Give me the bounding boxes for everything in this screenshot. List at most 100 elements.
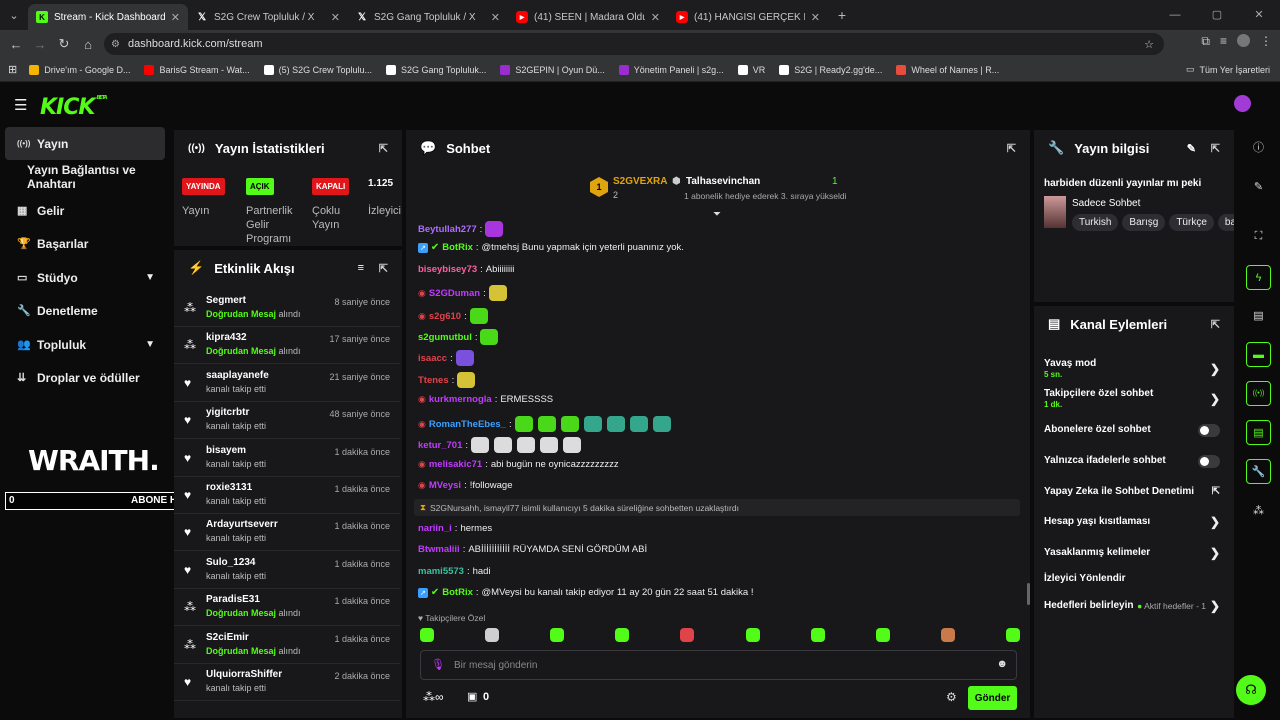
media-icon[interactable]: ≡ [1220, 34, 1227, 49]
popout-icon[interactable]: ⇱ [1007, 142, 1016, 155]
channel-action-item[interactable]: İzleyici Yönlendir [1044, 573, 1224, 584]
stream-tag[interactable]: Barışg [1122, 214, 1166, 231]
close-tab-icon[interactable]: ✕ [491, 11, 500, 24]
browser-tab[interactable]: K Stream - Kick Dashboard ✕ [28, 4, 188, 30]
popout-icon[interactable]: ⇱ [1211, 318, 1220, 331]
send-button[interactable]: Gönder [968, 686, 1017, 710]
all-bookmarks[interactable]: ▭ Tüm Yer İşaretleri [1186, 64, 1270, 75]
top-gifter-name[interactable]: S2GVEXRA [613, 176, 667, 187]
quick-emote-icon[interactable] [1005, 628, 1020, 642]
reload-icon[interactable]: ↻ [52, 36, 76, 52]
chat-username[interactable]: RomanTheEbes_ [429, 419, 506, 430]
apps-icon[interactable]: ⊞ [8, 63, 17, 76]
bookmark-item[interactable]: Drive'ım - Google D... [29, 64, 130, 75]
home-icon[interactable]: ⌂ [76, 37, 100, 52]
chat-username[interactable]: ketur_701 [418, 440, 462, 451]
chat-username[interactable]: kurkmernogla [429, 394, 492, 405]
maximize-icon[interactable]: ▢ [1196, 0, 1238, 30]
activity-event[interactable]: ⁂ ParadisE31 Doğrudan Mesaj alındı 1 dakika… [174, 589, 400, 627]
tab-search-icon[interactable]: ⌄ [0, 0, 28, 30]
sidebar-item-1[interactable]: Yayın Bağlantısı ve Anahtarı [5, 160, 175, 193]
activity-event[interactable]: ♥ yigitcrbtr kanalı takip etti 48 saniye ön… [174, 402, 400, 440]
lightning-icon[interactable]: ϟ [1246, 265, 1271, 290]
url-field[interactable]: ⚙ dashboard.kick.com/stream ☆ [104, 33, 1164, 55]
sidebar-item-2[interactable]: ▦ Gelir [5, 194, 165, 227]
document-icon[interactable]: ▤ [1246, 303, 1271, 328]
quick-emote-icon[interactable] [810, 628, 825, 642]
channel-action-item[interactable]: Hedefleri belirleyin ❯ ● Aktif hedefler - … [1044, 599, 1224, 613]
mic-icon[interactable]: 🎙 [431, 658, 445, 671]
activity-event[interactable]: ♥ Ardayurtseverr kanalı takip etti 1 dakika… [174, 514, 400, 552]
activity-event[interactable]: ♥ UlquiorraShiffer kanalı takip etti 2 daki… [174, 664, 400, 701]
profile-avatar[interactable] [1237, 34, 1250, 47]
channel-action-item[interactable]: Yasaklanmış kelimeler ❯ [1044, 546, 1224, 560]
quick-emote-icon[interactable] [420, 628, 434, 642]
bookmark-item[interactable]: S2GEPIN | Oyun Dü... [500, 64, 605, 75]
stream-tag[interactable]: Turkish [1072, 214, 1119, 231]
quick-emote-icon[interactable] [680, 628, 695, 642]
popout-icon[interactable]: ⇱ [379, 262, 388, 275]
channel-action-item[interactable]: Abonelere özel sohbet [1044, 424, 1224, 437]
drop-icon[interactable]: ⁂ [1246, 498, 1271, 523]
popout-icon[interactable]: ⇱ [379, 142, 388, 155]
bookmark-item[interactable]: Wheel of Names | R... [896, 64, 999, 75]
sidebar-item-7[interactable]: ⇊ Droplar ve ödüller [5, 361, 165, 394]
chat-username[interactable]: BotRix [442, 587, 473, 598]
emoji-icon[interactable]: ☻ [996, 658, 1008, 670]
new-tab-button[interactable]: + [828, 0, 856, 30]
edit-icon[interactable]: ✎ [1187, 142, 1196, 155]
channel-action-item[interactable]: Hesap yaşı kısıtlaması ❯ [1044, 515, 1224, 529]
channel-action-item[interactable]: Yapay Zeka ile Sohbet Denetimi ⇱ [1044, 486, 1224, 497]
toggle-switch[interactable] [1198, 455, 1220, 468]
category-name[interactable]: Sadece Sohbet [1072, 198, 1140, 209]
browser-tab[interactable]: 𝕏 S2G Gang Topluluk / X ✕ [348, 4, 508, 30]
chat-username[interactable]: melisakic71 [429, 459, 482, 470]
close-tab-icon[interactable]: ✕ [811, 11, 820, 24]
back-icon[interactable]: ← [4, 37, 28, 52]
chat-username[interactable]: BotRix [442, 242, 473, 253]
stream-tag[interactable]: Türkçe [1169, 214, 1214, 231]
support-chat-icon[interactable]: ☊ [1236, 675, 1266, 705]
sidebar-item-3[interactable]: 🏆 Başarılar [5, 227, 165, 260]
chat-input[interactable]: 🎙 Bir mesaj gönderin ☻ [420, 650, 1017, 680]
bookmark-item[interactable]: (5) S2G Crew Toplulu... [263, 64, 372, 75]
menu-icon[interactable]: ⋮ [1260, 34, 1272, 49]
fullscreen-icon[interactable]: ⛶ [1246, 224, 1271, 249]
activity-event[interactable]: ⁂ Segmert Doğrudan Mesaj alındı 8 saniye ön… [174, 290, 400, 327]
close-window-icon[interactable]: ✕ [1238, 0, 1280, 30]
minimize-icon[interactable]: — [1154, 0, 1196, 30]
site-info-icon[interactable]: ⚙ [111, 39, 120, 50]
points-icon[interactable]: ⁂∞ [423, 690, 444, 704]
forward-icon[interactable]: → [28, 37, 52, 52]
bookmark-item[interactable]: VR [737, 64, 765, 75]
channel-action-item[interactable]: Yalnızca ifadelerle sohbet [1044, 455, 1224, 468]
browser-tab[interactable]: ▶ (41) HANGİSİ GERÇEK ESKİ SEV ✕ [668, 4, 828, 30]
chat-username[interactable]: MVeysi [429, 480, 461, 491]
actions-icon[interactable]: ▤ [1246, 420, 1271, 445]
quick-emote-icon[interactable] [875, 628, 890, 642]
sidebar-item-6[interactable]: 👥 Topluluk ▼ [5, 328, 165, 361]
chat-username[interactable]: s2gumutbul [418, 332, 472, 343]
activity-event[interactable]: ♥ bisayem kanalı takip etti 1 dakika önce [174, 440, 400, 477]
sidebar-item-4[interactable]: ▭ Stüdyo ▼ [5, 261, 165, 294]
sidebar-item-0[interactable]: ((•)) Yayın [5, 127, 165, 160]
pinned-chevron-icon[interactable]: ⏷ [713, 209, 721, 220]
sidebar-item-5[interactable]: 🔧 Denetleme [5, 294, 165, 327]
quick-emote-icon[interactable] [485, 628, 500, 642]
channel-action-item[interactable]: Takipçilere özel sohbet 1 dk. ❯ [1044, 388, 1224, 409]
chat-username[interactable]: Beytullah277 [418, 224, 477, 235]
hamburger-menu-icon[interactable]: ☰ [14, 96, 27, 114]
activity-event[interactable]: ♥ Sulo_1234 kanalı takip etti 1 dakika önce [174, 552, 400, 589]
kick-logo[interactable]: KICK BETA [40, 95, 108, 120]
info-icon[interactable]: ⓘ [1246, 134, 1271, 159]
quick-emote-icon[interactable] [615, 628, 630, 642]
gift-box-icon[interactable]: ▣ [467, 690, 477, 703]
stream-icon[interactable]: ((•)) [1246, 381, 1271, 406]
gift-user[interactable]: Talhasevinchan [686, 176, 760, 187]
close-tab-icon[interactable]: ✕ [171, 11, 180, 24]
browser-tab[interactable]: 𝕏 S2G Crew Topluluk / X ✕ [188, 4, 348, 30]
bookmark-item[interactable]: BarisG Stream - Wat... [144, 64, 250, 75]
extensions-icon[interactable]: ⧉ [1201, 34, 1210, 49]
activity-event[interactable]: ⁂ S2ciEmir Doğrudan Mesaj alındı 1 dakika ö… [174, 627, 400, 664]
chat-username[interactable]: biseybisey73 [418, 264, 477, 275]
